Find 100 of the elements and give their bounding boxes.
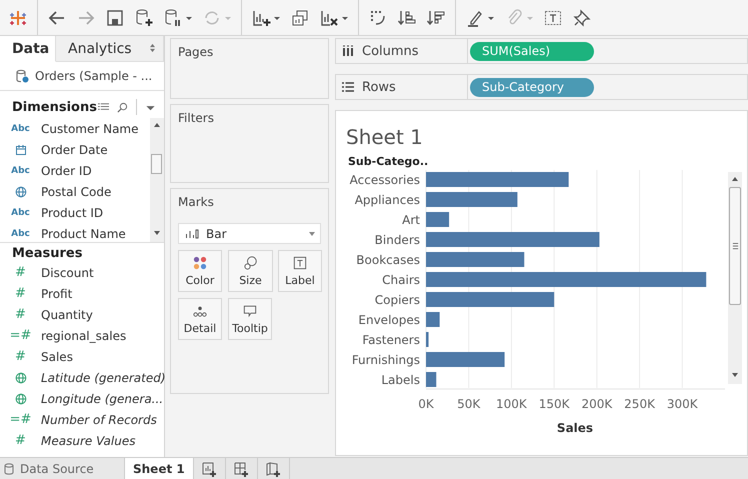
shelf-label: Columns xyxy=(362,44,419,58)
axis-title: Sub-Catego.. xyxy=(348,155,428,168)
measure-field[interactable]: Discount xyxy=(41,266,94,280)
tick-label: 100K xyxy=(496,397,527,411)
string-type-icon: Abc xyxy=(11,228,30,238)
tick-label: 250K xyxy=(624,397,655,411)
category-label: Bookcases xyxy=(356,253,420,267)
tick-label: 0K xyxy=(418,397,434,411)
dimension-field[interactable]: Order Date xyxy=(41,142,108,156)
mark-property-button[interactable]: Detail xyxy=(178,298,222,340)
detail-dots-icon xyxy=(193,304,207,318)
card-title: Marks xyxy=(178,195,215,209)
datasource-name[interactable]: Orders (Sample - ... xyxy=(35,69,152,83)
rows-icon xyxy=(342,81,354,93)
scrollbar[interactable] xyxy=(150,118,164,242)
bar xyxy=(426,212,450,227)
scroll-up-icon[interactable] xyxy=(153,122,161,128)
section-title: Measures xyxy=(12,246,82,260)
scroll-thumb[interactable] xyxy=(151,154,162,174)
measure-field[interactable]: regional_sales xyxy=(41,328,126,342)
string-type-icon: Abc xyxy=(11,166,30,176)
mark-property-button[interactable]: Color xyxy=(178,250,222,292)
globe-icon xyxy=(14,392,26,404)
speech-bubble-icon xyxy=(243,304,257,318)
list-view-icon[interactable] xyxy=(98,102,109,112)
bar-chart-icon xyxy=(185,228,199,238)
scroll-down-icon[interactable] xyxy=(153,230,161,236)
mark-property-button[interactable]: Size xyxy=(228,250,273,292)
new-dashboard-icon[interactable] xyxy=(233,460,250,476)
mark-property-button[interactable]: Tooltip xyxy=(228,298,272,340)
category-label: Chairs xyxy=(382,273,420,287)
sheet-tab[interactable]: Sheet 1 xyxy=(125,458,194,479)
tick-label: 200K xyxy=(581,397,612,411)
scroll-thumb[interactable] xyxy=(729,187,741,305)
string-type-icon: Abc xyxy=(11,208,30,218)
calculated-field-icon: =# xyxy=(10,329,32,342)
pause-datasource-icon[interactable] xyxy=(163,8,183,28)
color-dots-icon xyxy=(193,256,207,270)
sheet-title: Sheet 1 xyxy=(345,124,424,150)
globe-icon xyxy=(14,186,26,198)
measure-field[interactable]: Latitude (generated) xyxy=(41,370,166,384)
category-label: Appliances xyxy=(354,193,420,207)
database-icon xyxy=(4,462,14,474)
new-worksheet-icon[interactable] xyxy=(201,460,218,476)
dimension-field[interactable]: Postal Code xyxy=(41,184,112,198)
grip-icon xyxy=(732,242,738,250)
duplicate-sheet-icon[interactable] xyxy=(290,8,310,28)
pin-icon[interactable] xyxy=(572,8,592,28)
axis-title: Sales xyxy=(556,421,594,435)
number-type-icon: # xyxy=(15,266,26,279)
globe-icon xyxy=(14,372,26,384)
measure-field[interactable]: Sales xyxy=(41,350,73,364)
number-type-icon: # xyxy=(15,308,26,321)
tick-label: 300K xyxy=(666,397,698,411)
shelf-label: Rows xyxy=(362,80,396,94)
tick-label: 150K xyxy=(538,397,570,411)
mark-property-button[interactable]: Label xyxy=(278,250,322,292)
category-label: Copiers xyxy=(374,293,420,307)
size-circles-icon xyxy=(244,256,258,270)
card-title: Pages xyxy=(178,45,214,59)
new-story-icon[interactable] xyxy=(265,460,282,476)
caret-icon xyxy=(308,230,316,238)
measure-field[interactable]: Measure Values xyxy=(41,434,136,448)
calendar-icon xyxy=(14,144,26,156)
dimension-field[interactable]: Customer Name xyxy=(41,122,139,136)
tick-label: 50K xyxy=(457,397,480,411)
category-label: Furnishings xyxy=(352,353,420,367)
dimension-field[interactable]: Order ID xyxy=(41,164,92,178)
measure-field[interactable]: Number of Records xyxy=(41,412,157,426)
measure-field[interactable]: Quantity xyxy=(41,308,93,322)
search-icon[interactable] xyxy=(117,102,128,112)
measure-field[interactable]: Profit xyxy=(41,286,72,300)
string-type-icon: Abc xyxy=(11,124,30,134)
scroll-up-icon[interactable] xyxy=(731,176,739,182)
card-title: Filters xyxy=(178,111,215,125)
measure-field[interactable]: Longitude (genera... xyxy=(41,392,164,406)
pane-tab[interactable]: Analytics xyxy=(56,36,164,62)
save-icon[interactable] xyxy=(105,8,125,28)
sort-arrows-icon[interactable] xyxy=(149,43,156,53)
bar xyxy=(426,312,440,327)
scroll-down-icon[interactable] xyxy=(731,372,739,378)
category-label: Labels xyxy=(381,373,420,387)
category-label: Envelopes xyxy=(358,313,420,327)
category-label: Accessories xyxy=(350,173,420,187)
dimension-field[interactable]: Product ID xyxy=(41,206,104,220)
category-label: Fasteners xyxy=(362,333,420,347)
number-type-icon: # xyxy=(15,287,26,300)
text-label-icon xyxy=(293,256,307,270)
scrollbar[interactable] xyxy=(728,172,742,384)
datasource-icon xyxy=(15,69,29,83)
number-type-icon: # xyxy=(15,350,26,363)
mark-type-dropdown[interactable]: Bar xyxy=(178,223,321,244)
pane-tab[interactable]: Data xyxy=(0,36,56,62)
number-type-icon: # xyxy=(15,434,26,447)
calculated-field-icon: =# xyxy=(10,413,32,426)
bar xyxy=(426,332,429,347)
dimension-field[interactable]: Product Name xyxy=(41,226,126,240)
add-datasource-icon[interactable] xyxy=(134,8,154,28)
category-label: Art xyxy=(402,213,420,227)
category-label: Binders xyxy=(374,233,420,247)
